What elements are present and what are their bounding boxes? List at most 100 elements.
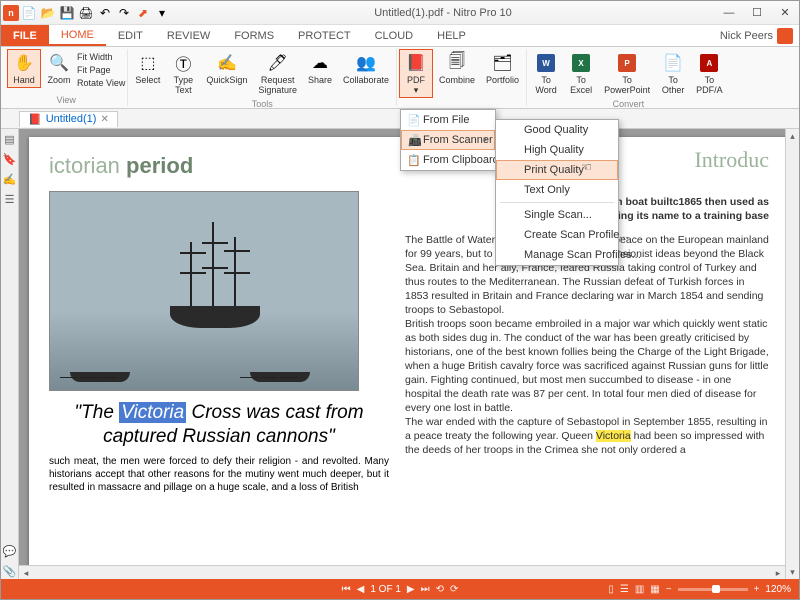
collab-icon: 👥 xyxy=(355,52,377,74)
nav-next-view-icon[interactable]: ⟳ xyxy=(450,584,458,595)
zoom-slider[interactable] xyxy=(678,588,748,591)
zoom-icon: 🔍 xyxy=(48,52,70,74)
menu-good-quality[interactable]: Good Quality xyxy=(496,120,618,140)
menu-single-scan[interactable]: Single Scan... xyxy=(496,205,618,225)
excel-icon: X xyxy=(570,52,592,74)
view-facing-cont-icon[interactable]: ▦ xyxy=(650,584,659,595)
tab-cloud[interactable]: CLOUD xyxy=(363,25,426,46)
portfolio-button[interactable]: 🗂Portfolio xyxy=(481,49,524,88)
sidebar-signatures-icon[interactable]: ✍ xyxy=(3,173,17,187)
request-signature-button[interactable]: 🖊Request Signature xyxy=(253,49,302,98)
menu-create-profile[interactable]: Create Scan Profile... xyxy=(496,225,618,245)
menu-from-clipboard[interactable]: 📋From Clipboard xyxy=(401,150,495,170)
share-button[interactable]: ☁Share xyxy=(303,49,337,88)
tab-help[interactable]: HELP xyxy=(425,25,478,46)
rotate-view-button[interactable]: Rotate View xyxy=(77,77,125,90)
qat-more-icon[interactable]: ▾ xyxy=(153,4,171,22)
to-powerpoint-button[interactable]: PTo PowerPoint xyxy=(599,49,655,98)
sidebar-bookmarks-icon[interactable]: 🔖 xyxy=(3,153,17,167)
minimize-button[interactable]: — xyxy=(715,2,743,24)
group-convert-label: Convert xyxy=(613,98,645,110)
to-excel-button[interactable]: XTo Excel xyxy=(564,49,598,98)
qat-new-icon[interactable]: 📄 xyxy=(20,4,38,22)
doc-image xyxy=(49,191,359,391)
tab-file[interactable]: FILE xyxy=(1,25,49,46)
close-tab-icon[interactable]: ✕ xyxy=(100,114,108,125)
nav-prev-view-icon[interactable]: ⟲ xyxy=(436,584,444,595)
zoom-button[interactable]: 🔍Zoom xyxy=(42,49,76,88)
vertical-scrollbar[interactable]: ▴▾ xyxy=(785,129,799,579)
scanner-icon: 📠 xyxy=(408,134,422,147)
select-button[interactable]: ⬚Select xyxy=(130,49,165,88)
zoom-out-icon[interactable]: − xyxy=(666,584,672,595)
doc-heading: ictorian period xyxy=(49,153,389,179)
tab-review[interactable]: REVIEW xyxy=(155,25,222,46)
doc-paragraph-2: British troops soon became embroiled in … xyxy=(405,317,769,415)
to-word-button[interactable]: WTo Word xyxy=(529,49,563,98)
cursor-icon xyxy=(581,158,595,172)
menu-manage-profiles[interactable]: Manage Scan Profiles... xyxy=(496,245,618,265)
combine-button[interactable]: 🗐Combine xyxy=(434,49,480,88)
menu-separator xyxy=(500,202,614,203)
zoom-level[interactable]: 120% xyxy=(765,584,791,595)
document-viewport[interactable]: ictorian period "The Victoria Cross was … xyxy=(19,129,799,579)
fit-width-button[interactable]: Fit Width xyxy=(77,51,125,64)
nav-prev-icon[interactable]: ◀ xyxy=(357,584,365,595)
sign-icon: ✍ xyxy=(216,52,238,74)
type-text-button[interactable]: ⓉType Text xyxy=(166,49,200,98)
nav-first-icon[interactable]: ⏮ xyxy=(342,584,351,595)
close-button[interactable]: ✕ xyxy=(771,2,799,24)
tab-forms[interactable]: FORMS xyxy=(222,25,286,46)
clipboard-icon: 📋 xyxy=(407,154,421,167)
combine-icon: 🗐 xyxy=(446,52,468,74)
nav-next-icon[interactable]: ▶ xyxy=(407,584,415,595)
view-facing-icon[interactable]: ▥ xyxy=(635,584,644,595)
menu-from-scanner[interactable]: 📠From Scanner xyxy=(401,130,495,150)
sidebar-attachments-icon[interactable]: 📎 xyxy=(3,565,17,579)
group-view-label: View xyxy=(57,94,76,106)
tab-home[interactable]: HOME xyxy=(49,25,106,46)
pdf-icon: 📕 xyxy=(405,52,427,74)
qat-save-icon[interactable]: 💾 xyxy=(58,4,76,22)
fit-page-button[interactable]: Fit Page xyxy=(77,64,125,77)
quicksign-button[interactable]: ✍QuickSign xyxy=(201,49,252,88)
reqsig-icon: 🖊 xyxy=(267,52,289,74)
sidebar-layers-icon[interactable]: ☰ xyxy=(3,193,17,207)
type-icon: Ⓣ xyxy=(172,52,194,74)
to-other-button[interactable]: 📄To Other xyxy=(656,49,690,98)
qat-redo-icon[interactable]: ↷ xyxy=(115,4,133,22)
menu-print-quality[interactable]: Print Quality xyxy=(496,160,618,180)
qat-undo-icon[interactable]: ↶ xyxy=(96,4,114,22)
select-icon: ⬚ xyxy=(137,52,159,74)
horizontal-scrollbar[interactable]: ◂▸ xyxy=(19,565,785,579)
title-bar: n 📄 📂 💾 🖨 ↶ ↷ ⬈ ▾ Untitled(1).pdf - Nitr… xyxy=(1,1,799,25)
tab-edit[interactable]: EDIT xyxy=(106,25,155,46)
sidebar-pages-icon[interactable]: ▤ xyxy=(3,133,17,147)
tab-protect[interactable]: PROTECT xyxy=(286,25,363,46)
collaborate-button[interactable]: 👥Collaborate xyxy=(338,49,394,88)
pdf-button[interactable]: 📕PDF▾ xyxy=(399,49,433,98)
highlight-yellow: Victoria xyxy=(596,430,631,442)
qat-open-icon[interactable]: 📂 xyxy=(39,4,57,22)
view-continuous-icon[interactable]: ☰ xyxy=(620,584,629,595)
qat-pointer-icon[interactable]: ⬈ xyxy=(134,4,152,22)
hand-button[interactable]: ✋Hand xyxy=(7,49,41,88)
pdfa-icon: A xyxy=(698,52,720,74)
to-pdfa-button[interactable]: ATo PDF/A xyxy=(691,49,728,98)
qat-print-icon[interactable]: 🖨 xyxy=(77,4,95,22)
menu-high-quality[interactable]: High Quality xyxy=(496,140,618,160)
nav-sidebar: ▤ 🔖 ✍ ☰ 💬 📎 xyxy=(1,129,19,579)
menu-from-file[interactable]: 📄From File xyxy=(401,110,495,130)
avatar[interactable] xyxy=(777,28,793,44)
nav-last-icon[interactable]: ⏭ xyxy=(421,584,430,595)
menu-text-only[interactable]: Text Only xyxy=(496,180,618,200)
powerpoint-icon: P xyxy=(616,52,638,74)
user-name[interactable]: Nick Peers xyxy=(720,30,773,42)
document-tab[interactable]: 📕 Untitled(1) ✕ xyxy=(19,111,118,127)
view-single-icon[interactable]: ▯ xyxy=(608,584,614,595)
maximize-button[interactable]: ☐ xyxy=(743,2,771,24)
zoom-in-icon[interactable]: + xyxy=(754,584,760,595)
highlight-blue: Victoria xyxy=(119,402,186,423)
portfolio-icon: 🗂 xyxy=(492,52,514,74)
sidebar-comments-icon[interactable]: 💬 xyxy=(3,545,17,559)
